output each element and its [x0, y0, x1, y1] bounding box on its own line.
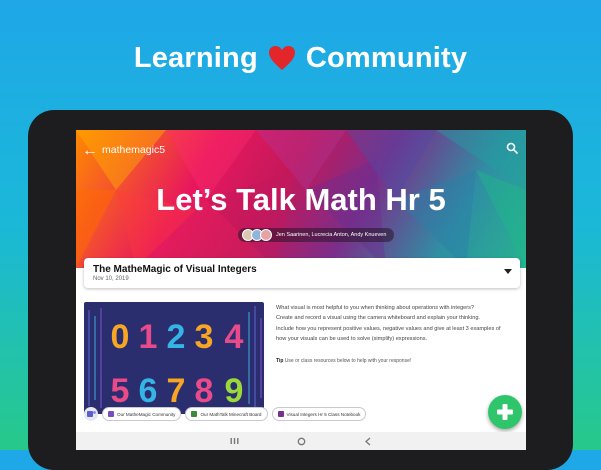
post-date: Nov 10, 2019 — [93, 276, 129, 282]
back-icon[interactable] — [364, 437, 372, 446]
resource-links: Our MatheMagic Community Our MathTalk Mi… — [84, 407, 367, 421]
home-icon[interactable] — [297, 437, 306, 446]
resource-chip-community[interactable]: Our MatheMagic Community — [102, 407, 182, 421]
artwork-digit: 1 — [139, 318, 158, 356]
team-banner: ← mathemagic5 Let’s Talk Math Hr 5 Jen S… — [76, 130, 526, 268]
marketing-headline: Learning Community — [0, 38, 601, 78]
member-avatars — [242, 229, 272, 241]
prompt-line: Include how you represent positive value… — [276, 325, 501, 332]
team-handle: mathemagic5 — [102, 144, 166, 156]
artwork-digit: 0 — [111, 318, 130, 356]
chip-label: Our MathTalk Minecraft Board — [200, 411, 262, 417]
artwork-digit: 8 — [195, 372, 214, 410]
prompt-line: how your visuals can be used to solve (s… — [276, 336, 428, 343]
system-nav-bar — [76, 432, 526, 450]
artwork-digit: 7 — [167, 372, 186, 410]
class-notebook-icon — [277, 411, 284, 417]
plus-icon — [497, 404, 513, 420]
artwork-digit: 9 — [225, 372, 244, 410]
minecraft-icon — [191, 411, 198, 417]
app-screen: ← mathemagic5 Let’s Talk Math Hr 5 Jen S… — [76, 130, 526, 450]
chip-label: Our MatheMagic Community — [117, 411, 176, 417]
artwork-digit: 5 — [111, 372, 130, 410]
artwork-digit: 3 — [195, 318, 214, 356]
add-response-button[interactable] — [488, 395, 522, 429]
back-arrow-icon[interactable]: ← — [82, 143, 98, 159]
team-title: Let’s Talk Math Hr 5 — [156, 182, 446, 217]
tip-label: Tip — [276, 358, 284, 364]
chevron-down-icon[interactable] — [504, 269, 512, 274]
resource-chip-minecraft[interactable]: Our MathTalk Minecraft Board — [185, 407, 268, 421]
team-members: Jen Saarinen, Lucrecia Anton, Andy Knuev… — [238, 228, 395, 242]
artwork-digit: 6 — [139, 372, 158, 410]
chip-label: Visual Integers Hr 5 Class Notebook — [286, 411, 361, 417]
assignment-prompt: What visual is most helpful to you when … — [276, 303, 516, 345]
artwork-digit: 4 — [225, 318, 244, 356]
headline-community: Community — [305, 41, 468, 74]
prompt-line: What visual is most helpful to you when … — [276, 305, 475, 311]
artwork-digit: 2 — [167, 318, 186, 356]
visual-integers-artwork[interactable]: 0 1 2 3 4 5 6 7 8 9 — [84, 302, 264, 414]
post-title: The MatheMagic of Visual Integers — [93, 264, 257, 275]
artwork-graphic: 0 1 2 3 4 5 6 7 8 9 — [88, 306, 262, 410]
post-header-card[interactable]: The MatheMagic of Visual Integers Nov 10… — [84, 258, 520, 288]
teams-icon[interactable] — [84, 407, 98, 421]
resource-chip-notebook[interactable]: Visual Integers Hr 5 Class Notebook — [271, 407, 367, 421]
headline-learning: Learning — [133, 41, 258, 74]
prompt-line: Create and record a visual using the cam… — [276, 315, 480, 322]
tip-body: Use or class resources below to help wit… — [284, 358, 412, 364]
recent-apps-icon[interactable] — [230, 437, 239, 445]
onenote-icon — [108, 411, 114, 417]
members-names: Jen Saarinen, Lucrecia Anton, Andy Knuev… — [276, 232, 387, 238]
search-icon[interactable] — [506, 142, 518, 154]
heart-icon — [268, 46, 295, 70]
tip-text: Tip Use or class resources below to help… — [276, 358, 411, 364]
avatar — [260, 229, 272, 241]
